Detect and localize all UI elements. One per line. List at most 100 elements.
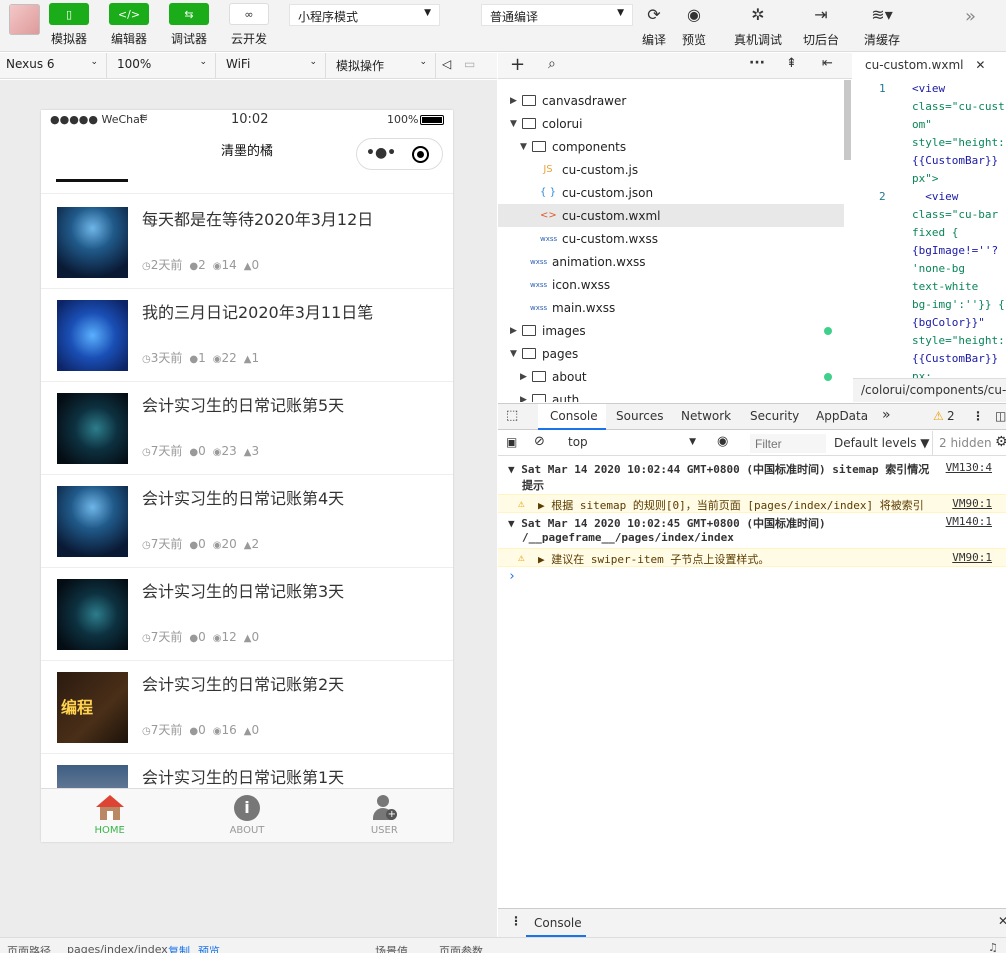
tree-node-auth[interactable]: ▶ auth: [498, 388, 844, 402]
tree-node-animation-wxss[interactable]: wxss animation.wxss: [498, 250, 844, 273]
preview-button[interactable]: ◉ 预览: [669, 4, 719, 48]
more-icon[interactable]: ···: [749, 55, 765, 71]
collapsed-arrow-icon[interactable]: ▶: [510, 96, 522, 106]
search-icon[interactable]: ⌕: [548, 56, 556, 72]
tab-sources[interactable]: Sources: [616, 409, 663, 423]
source-link[interactable]: VM90:1: [952, 551, 992, 564]
folder-icon: [522, 348, 536, 359]
settings-gear-icon[interactable]: ⚙: [995, 434, 1006, 450]
kebab-menu-icon[interactable]: ⋮: [972, 409, 984, 423]
source-link[interactable]: VM140:1: [946, 515, 992, 528]
more-dots-icon[interactable]: •●•: [366, 145, 396, 161]
tree-node-cu-custom-js[interactable]: JS cu-custom.js: [498, 158, 844, 181]
tree-node-about[interactable]: ▶ about: [498, 365, 844, 388]
post-item[interactable]: 会计实习生的日常记账第3天 ◷7天前 ●0 ◉12 ▲0: [41, 568, 453, 661]
operation-select[interactable]: 模拟操作 ⌄: [326, 53, 436, 79]
warning-icon[interactable]: ⚠: [933, 409, 944, 423]
preview-path-link[interactable]: 预览: [198, 943, 220, 953]
background-button[interactable]: ⇥ 切后台: [796, 4, 846, 48]
zoom-select[interactable]: 100% ⌄: [107, 53, 216, 79]
window-icon[interactable]: ▭: [458, 53, 480, 79]
tree-scrollbar[interactable]: [844, 80, 851, 160]
code-editor[interactable]: 1 <view class="cu-cust om" style="height: {{C…: [853, 80, 1006, 378]
collapsed-arrow-icon[interactable]: ▶: [520, 395, 532, 403]
tab-about[interactable]: i ABOUT: [178, 789, 315, 842]
tab-network[interactable]: Network: [681, 409, 731, 423]
tree-node-main-wxss[interactable]: wxss main.wxss: [498, 296, 844, 319]
tree-node-images[interactable]: ▶ images: [498, 319, 844, 342]
context-select[interactable]: top ▼: [562, 434, 702, 453]
page-params-label[interactable]: 页面参数: [439, 943, 483, 953]
collapse-icon[interactable]: ⇞: [786, 56, 797, 71]
add-icon[interactable]: +: [510, 54, 525, 75]
tab-home[interactable]: HOME: [41, 789, 178, 842]
editor-button[interactable]: </> 编辑器: [104, 3, 154, 47]
scene-label[interactable]: 场景值: [375, 943, 408, 953]
compile-select[interactable]: 普通编译 ▼: [481, 4, 633, 26]
wxss-file-icon: wxss: [530, 303, 548, 312]
console-group[interactable]: ▼ Sat Mar 14 2020 10:02:45 GMT+0800 (中国标…: [498, 515, 1006, 546]
toolbar-more-button[interactable]: »: [965, 6, 976, 27]
tabs-more-button[interactable]: »: [882, 407, 891, 423]
expanded-arrow-icon[interactable]: ▼: [510, 119, 522, 129]
warning-count: 2: [947, 409, 955, 423]
tab-appdata[interactable]: AppData: [816, 409, 868, 423]
cloud-dev-button[interactable]: ∞ 云开发: [224, 3, 274, 47]
tree-node-cu-custom-json[interactable]: { } cu-custom.json: [498, 181, 844, 204]
editor-tab-wxml[interactable]: cu-custom.wxml ✕: [853, 53, 1006, 79]
console-warning[interactable]: ⚠ ▶ 建议在 swiper-item 子节点上设置样式。 VM90:1: [498, 548, 1006, 567]
close-target-icon[interactable]: [412, 146, 429, 163]
tree-node-canvasdrawer[interactable]: ▶ canvasdrawer: [498, 89, 844, 112]
expanded-arrow-icon[interactable]: ▼: [520, 142, 532, 152]
console-filter-input[interactable]: [750, 434, 826, 453]
mode-select[interactable]: 小程序模式 ▼: [289, 4, 440, 26]
tree-node-colorui[interactable]: ▼ colorui: [498, 112, 844, 135]
device-select[interactable]: Nexus 6 ⌄: [0, 53, 107, 79]
source-link[interactable]: VM90:1: [952, 497, 992, 510]
copy-path-link[interactable]: 复制: [168, 943, 190, 953]
expanded-arrow-icon[interactable]: ▼: [510, 349, 522, 359]
tab-user[interactable]: + USER: [316, 789, 453, 842]
collapsed-arrow-icon[interactable]: ▶: [510, 326, 522, 336]
split-icon[interactable]: ⇤: [822, 56, 833, 71]
sidebar-toggle-icon[interactable]: ▣: [506, 435, 517, 449]
tab-security[interactable]: Security: [750, 409, 799, 423]
tree-node-pages[interactable]: ▼ pages: [498, 342, 844, 365]
tree-node-cu-custom-wxml[interactable]: <> cu-custom.wxml: [498, 204, 844, 227]
network-select[interactable]: WiFi ⌄: [216, 53, 326, 79]
post-item[interactable]: 会计实习生的日常记账第5天 ◷7天前 ●0 ◉23 ▲3: [41, 382, 453, 475]
clear-console-icon[interactable]: ⊘: [534, 434, 545, 449]
capsule-menu[interactable]: •●•: [356, 138, 443, 170]
source-link[interactable]: VM130:4: [946, 461, 992, 474]
comment-stat: ●2: [189, 258, 206, 272]
tab-console-label[interactable]: Console: [550, 409, 598, 423]
notification-bell-icon[interactable]: ♫: [988, 941, 998, 953]
clear-cache-button[interactable]: ≋▾ 清缓存: [857, 4, 907, 48]
mute-icon[interactable]: ◁: [436, 53, 458, 79]
console-warning[interactable]: ⚠ ▶ 根据 sitemap 的规则[0]，当前页面 [pages/index/i…: [498, 494, 1006, 513]
log-levels-select[interactable]: Default levels ▼: [834, 436, 930, 450]
modified-dot: [824, 326, 832, 335]
drawer-tab-console[interactable]: Console: [526, 909, 586, 937]
console-prompt[interactable]: ›: [508, 569, 516, 584]
collapsed-arrow-icon[interactable]: ▶: [520, 372, 532, 382]
post-item[interactable]: 我的三月日记2020年3月11日笔 ◷3天前 ●1 ◉22 ▲1: [41, 289, 453, 382]
tree-node-icon-wxss[interactable]: wxss icon.wxss: [498, 273, 844, 296]
tree-node-components[interactable]: ▼ components: [498, 135, 844, 158]
drawer-menu-icon[interactable]: ⋮: [510, 914, 522, 928]
console-group[interactable]: ▼ Sat Mar 14 2020 10:02:44 GMT+0800 (中国标…: [498, 461, 1006, 492]
simulator-button[interactable]: ▯ 模拟器: [44, 3, 94, 47]
debugger-button[interactable]: ⇆ 调试器: [164, 3, 214, 47]
post-item[interactable]: 每天都是在等待2020年3月12日 ◷2天前 ●2 ◉14 ▲0: [41, 196, 453, 289]
dock-icon[interactable]: ◫: [995, 409, 1006, 423]
remote-debug-button[interactable]: ✲ 真机调试: [733, 4, 783, 48]
close-icon[interactable]: ✕: [975, 58, 985, 72]
close-drawer-icon[interactable]: ✕: [998, 914, 1006, 928]
post-item[interactable]: 编程 会计实习生的日常记账第2天 ◷7天前 ●0 ◉16 ▲0: [41, 661, 453, 754]
user-avatar[interactable]: [9, 4, 40, 35]
eye-icon[interactable]: ◉: [717, 434, 728, 449]
post-item[interactable]: 会计实习生的日常记账第4天 ◷7天前 ●0 ◉20 ▲2: [41, 475, 453, 568]
post-thumbnail: [57, 300, 128, 371]
tree-node-cu-custom-wxss[interactable]: wxss cu-custom.wxss: [498, 227, 844, 250]
inspect-icon[interactable]: ⬚: [506, 408, 518, 423]
